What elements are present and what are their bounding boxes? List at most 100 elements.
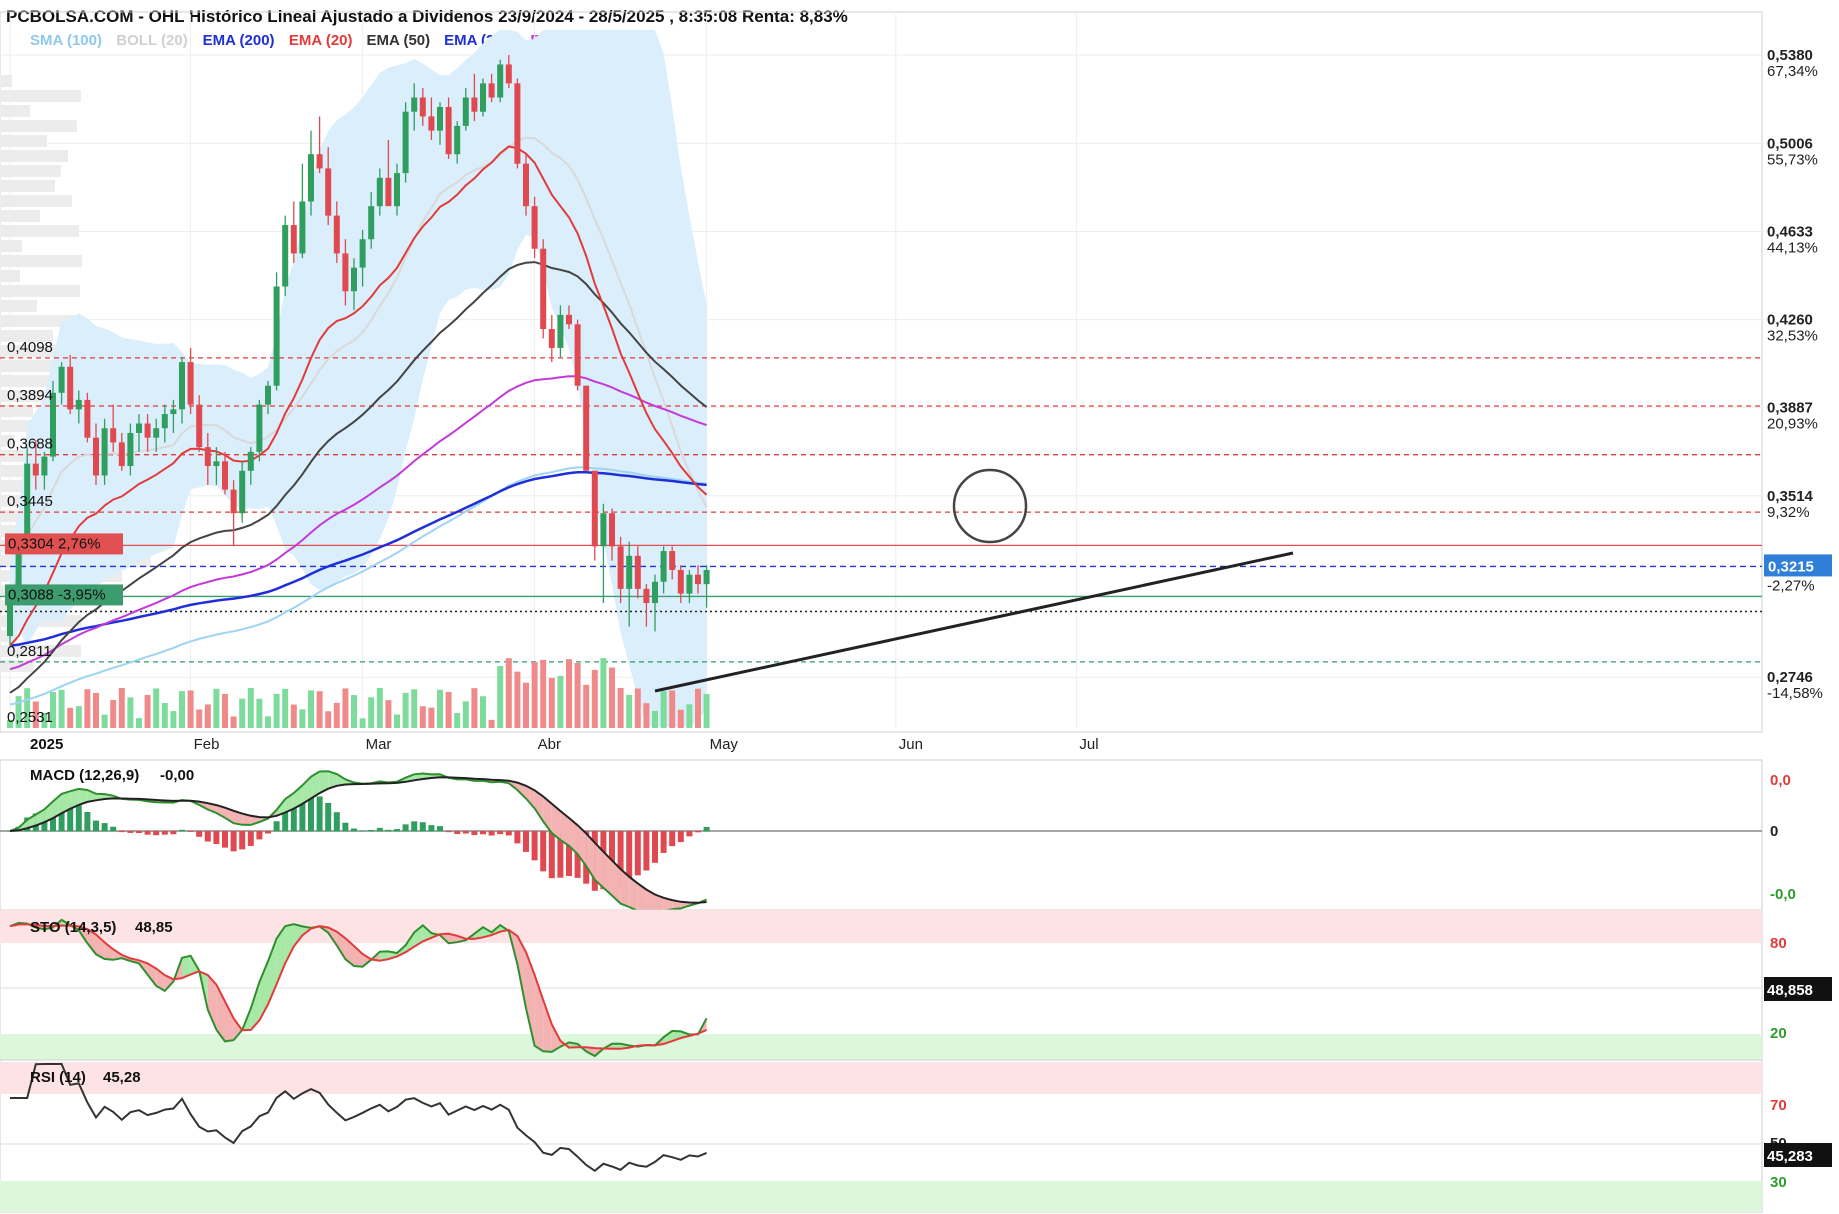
candle-body (454, 125, 461, 155)
candle-body (204, 447, 211, 467)
macd-histogram-bar (222, 831, 228, 848)
macd-histogram-bar (153, 831, 160, 836)
candle-body (634, 555, 641, 589)
candle-body (531, 206, 538, 249)
volume-bar (179, 691, 185, 728)
volume-bar (144, 694, 151, 728)
macd-histogram-bar (110, 826, 117, 832)
rsi-current-value: 45,283 (1767, 1148, 1813, 1165)
volume-bar (93, 692, 99, 728)
volume-profile-bar (0, 75, 12, 87)
volume-bar (480, 696, 486, 728)
macd-histogram-bar (505, 831, 512, 836)
month-label: 2025 (30, 736, 63, 753)
candle (480, 78, 486, 117)
candle (402, 102, 409, 183)
macd-histogram-bar (136, 831, 142, 834)
candle-body (703, 569, 710, 585)
macd-histogram-bar (256, 831, 263, 840)
candle-body (437, 106, 443, 131)
macd-label: MACD (12,26,9) (30, 767, 139, 784)
candle-body (557, 314, 564, 348)
volume-bar (497, 666, 504, 728)
candle-body (325, 168, 332, 216)
volume-profile-bar (0, 270, 20, 282)
candle-body (161, 414, 168, 429)
macd-histogram-bar (419, 822, 426, 832)
rsi-value: 45,28 (103, 1069, 141, 1086)
macd-histogram-bar (368, 829, 375, 832)
macd-histogram-bar (265, 831, 271, 834)
macd-histogram-bar (531, 831, 538, 861)
level-label: 0,4098 (7, 339, 53, 356)
candle (282, 215, 289, 296)
indicator-legend-item: BOLL (20) (116, 32, 187, 49)
candle (574, 319, 581, 391)
macd-histogram-bar (101, 823, 108, 832)
candle-body (428, 116, 435, 131)
volume-bar (325, 711, 332, 728)
candle-body (385, 177, 392, 207)
volume-profile-bar (0, 105, 30, 117)
macd-histogram-bar (75, 805, 82, 832)
volume-bar (454, 713, 461, 728)
candle-body (359, 239, 366, 268)
macd-histogram-bar (325, 802, 332, 832)
volume-bar (308, 690, 314, 728)
macd-histogram-bar (84, 811, 91, 832)
month-label: Jul (1079, 736, 1098, 753)
volume-bar (239, 698, 246, 728)
macd-histogram-bar (643, 831, 650, 871)
candle-body (222, 461, 228, 490)
volume-bar (419, 706, 426, 728)
macd-histogram-bar (514, 831, 521, 844)
volume-profile-bar (0, 225, 79, 237)
level-label: 0,3894 (7, 387, 53, 404)
macd-histogram-bar (316, 796, 323, 832)
candle-body (643, 588, 650, 604)
candle-body (540, 248, 547, 330)
volume-bar (333, 702, 340, 728)
macd-histogram-bar (445, 831, 452, 833)
sto-oversold-zone (0, 1034, 1762, 1060)
candle-body (256, 404, 263, 452)
candle (101, 418, 108, 485)
macd-histogram-bar (497, 831, 504, 835)
volume-bar (402, 692, 409, 728)
macd-histogram-bar (247, 831, 254, 846)
resistance-tag-text: 0,3304 2,76% (8, 535, 101, 552)
volume-bar (652, 710, 658, 728)
volume-bar (187, 690, 194, 728)
chart-background (0, 0, 1839, 1214)
volume-bar (196, 709, 203, 728)
volume-bar (136, 718, 142, 728)
sto-axis-80: 80 (1770, 935, 1787, 952)
macd-histogram-bar (411, 821, 418, 832)
macd-histogram-bar (402, 824, 409, 832)
macd-axis-bottom: -0,0 (1770, 886, 1796, 903)
volume-bar (540, 659, 547, 728)
volume-bar (290, 704, 297, 728)
macd-histogram-bar (273, 821, 280, 832)
volume-bar (170, 711, 177, 728)
candle-body (136, 423, 142, 433)
candle-body (187, 362, 194, 405)
candle-body (84, 399, 91, 438)
macd-histogram-bar (204, 831, 211, 842)
candle-body (523, 163, 529, 207)
volume-bar (299, 709, 306, 728)
sto-current-value: 48,858 (1767, 982, 1813, 999)
volume-bar (566, 659, 572, 728)
volume-bar (660, 691, 667, 728)
candle-body (351, 267, 357, 292)
macd-histogram-bar (652, 831, 658, 863)
volume-bar (600, 658, 607, 728)
volume-profile-bar (0, 375, 49, 387)
volume-bar (609, 667, 615, 728)
volume-profile-bar (0, 255, 82, 267)
volume-bar (376, 688, 383, 728)
price-axis-percent: 32,53% (1767, 328, 1818, 345)
month-label: Feb (194, 736, 220, 753)
macd-histogram-bar (677, 831, 684, 843)
candle-body (652, 581, 658, 604)
